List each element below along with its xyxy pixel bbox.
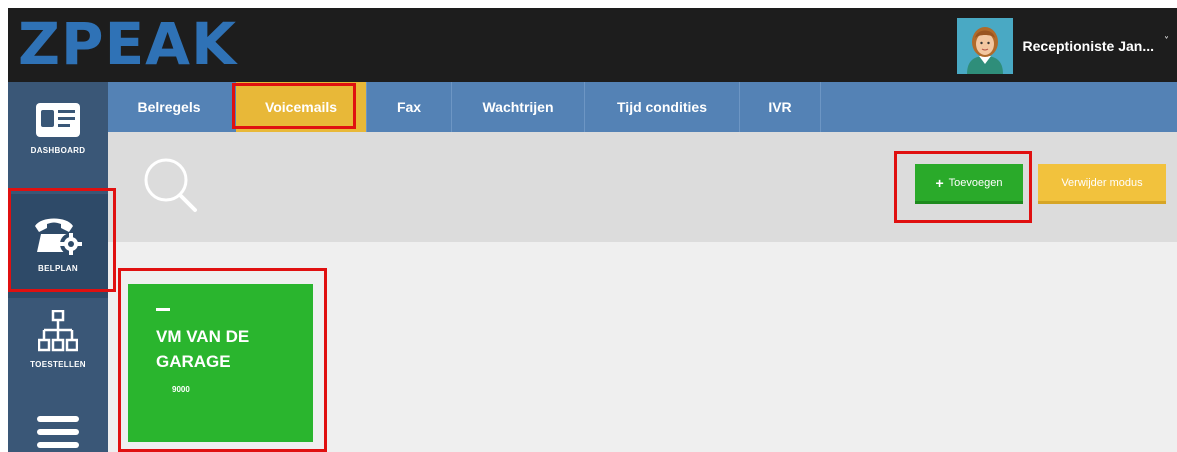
sidebar-item-menu[interactable]	[8, 404, 108, 452]
chevron-down-icon: ˅	[1164, 35, 1169, 47]
tab-label: Belregels	[137, 99, 201, 115]
add-button-label: Toevoegen	[948, 176, 1003, 189]
search-icon	[144, 158, 197, 212]
tab-divider	[820, 82, 821, 132]
delete-mode-button[interactable]: Verwijder modus	[1038, 164, 1166, 204]
search-button[interactable]	[138, 152, 208, 222]
voicemail-number: 9000	[172, 385, 190, 394]
sidebar-item-belplan[interactable]: BELPLAN	[8, 194, 108, 298]
tab-label: Voicemails	[264, 99, 338, 115]
tab-tijd-condities[interactable]: Tijd condities	[585, 82, 739, 132]
add-button[interactable]: + Toevoegen	[915, 164, 1023, 204]
avatar-portrait-icon	[956, 18, 1013, 74]
voicemail-card[interactable]: VM VAN DE GARAGE 9000	[128, 284, 313, 442]
sidebar-label-dashboard: DASHBOARD	[30, 146, 86, 155]
tab-ivr[interactable]: IVR	[740, 82, 820, 132]
sidebar-label-toestellen: TOESTELLEN	[30, 360, 86, 369]
top-bar: ZPEAK Receptioniste Jan... ˅	[8, 8, 1177, 82]
tab-bar: Belregels Voicemails Fax Wachtrijen Tijd…	[108, 82, 1177, 132]
tab-label: Fax	[396, 99, 422, 115]
tab-belregels[interactable]: Belregels	[118, 82, 220, 132]
logo-text: ZPEAK	[18, 10, 238, 78]
sidebar-item-toestellen[interactable]: TOESTELLEN	[8, 300, 108, 400]
sidebar: DASHBOARD BELPLAN TOESTELLEN	[8, 82, 108, 452]
tab-fax[interactable]: Fax	[367, 82, 451, 132]
tab-wachtrijen[interactable]: Wachtrijen	[452, 82, 584, 132]
menu-icon	[37, 416, 79, 448]
plus-icon: +	[935, 174, 944, 191]
app-frame: ZPEAK Receptioniste Jan... ˅ DASHBOARD B…	[8, 8, 1177, 452]
zpeak-logo[interactable]: ZPEAK	[18, 10, 237, 78]
tab-label: Wachtrijen	[482, 99, 554, 115]
sidebar-label-belplan: BELPLAN	[38, 264, 78, 273]
voicemail-name: VM VAN DE GARAGE	[156, 327, 250, 371]
card-dash-marker	[156, 308, 170, 311]
phone-gear-icon	[35, 218, 82, 255]
tab-label: IVR	[768, 99, 792, 115]
delete-mode-label: Verwijder modus	[1061, 176, 1143, 189]
dashboard-card-icon	[36, 103, 80, 137]
devices-tree-icon	[38, 310, 78, 352]
tab-voicemails[interactable]: Voicemails	[236, 82, 366, 132]
user-name: Receptioniste Jan...	[1022, 38, 1154, 54]
user-avatar	[956, 18, 1013, 74]
sidebar-item-dashboard[interactable]: DASHBOARD	[8, 86, 108, 178]
tab-label: Tijd condities	[617, 99, 707, 115]
user-menu[interactable]: Receptioniste Jan... ˅	[956, 18, 1169, 74]
